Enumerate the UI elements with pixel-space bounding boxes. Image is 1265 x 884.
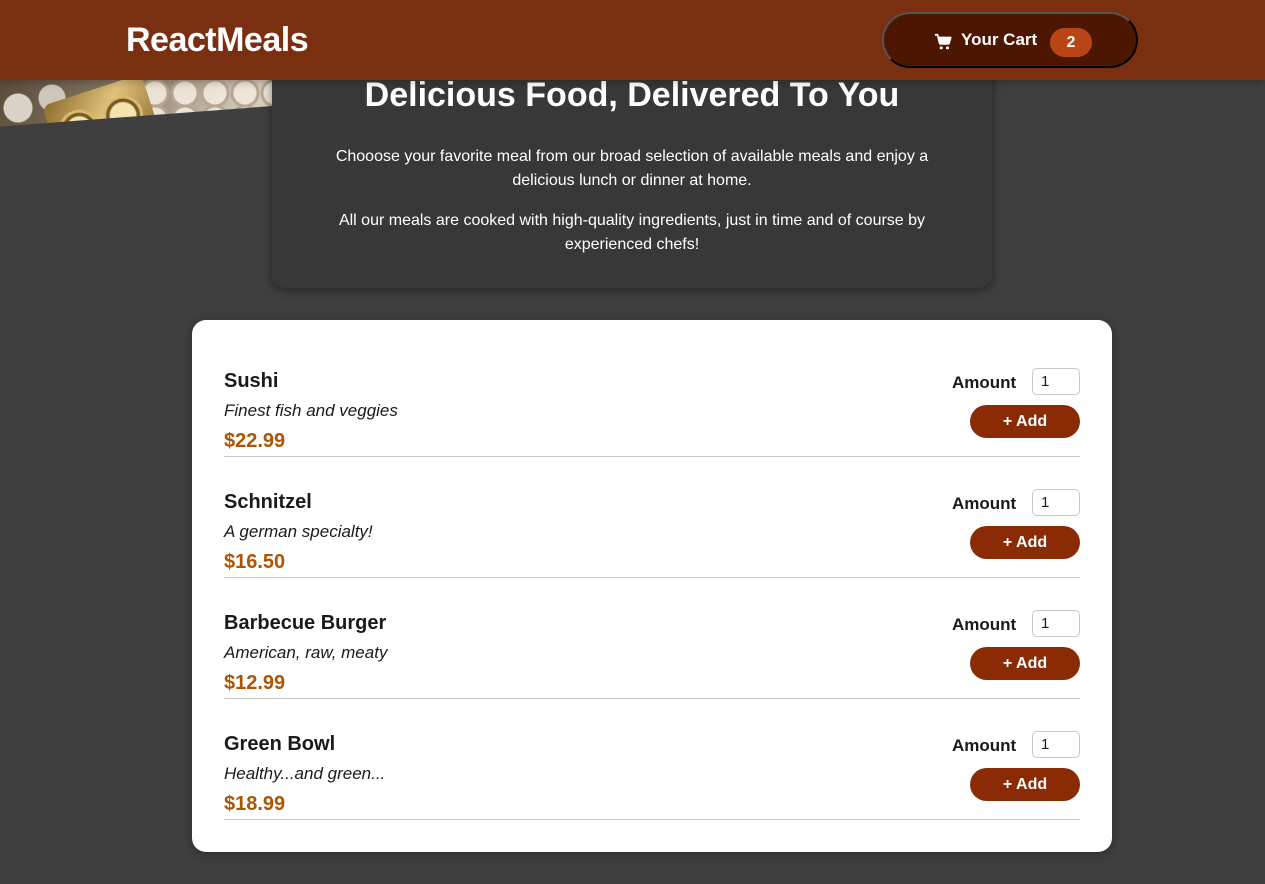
cart-count-badge: 2 [1050,28,1092,57]
meal-name: Schnitzel [224,491,312,513]
summary-paragraph-2: All our meals are cooked with high-quali… [338,212,926,253]
meal-price: $22.99 [224,430,286,452]
amount-input[interactable] [1032,368,1080,395]
meal-price: $12.99 [224,672,286,694]
add-to-cart-button[interactable]: + Add [970,405,1080,438]
amount-label: Amount [952,736,1017,755]
meal-item-green-bowl: Green Bowl Healthy...and green... $18.99… [224,699,1080,820]
summary-title: Delicious Food, Delivered To You [364,76,900,114]
meal-price: $18.99 [224,793,286,815]
add-to-cart-button[interactable]: + Add [970,647,1080,680]
meal-name: Barbecue Burger [224,612,387,634]
meals-summary-card: Delicious Food, Delivered To You Chooose… [272,52,992,288]
meal-description: Healthy...and green... [224,764,386,783]
amount-label: Amount [952,494,1017,513]
meal-name: Sushi [224,370,279,392]
meal-item-schnitzel: Schnitzel A german specialty! $16.50 Amo… [224,457,1080,578]
brand-title: ReactMeals [126,21,309,59]
amount-input[interactable] [1032,610,1080,637]
meal-item-sushi: Sushi Finest fish and veggies $22.99 Amo… [224,336,1080,457]
app-header: ReactMeals Your Cart 2 [0,0,1265,80]
meal-name: Green Bowl [224,733,336,755]
summary-paragraph-1: Chooose your favorite meal from our broa… [335,148,929,189]
cart-icon [934,33,952,51]
amount-input[interactable] [1032,731,1080,758]
cart-label: Your Cart [961,30,1038,49]
available-meals-list: Sushi Finest fish and veggies $22.99 Amo… [192,320,1112,852]
meal-description: Finest fish and veggies [224,401,398,420]
amount-label: Amount [952,615,1017,634]
amount-input[interactable] [1032,489,1080,516]
add-to-cart-button[interactable]: + Add [970,768,1080,801]
meal-description: A german specialty! [224,522,373,541]
cart-button[interactable]: Your Cart 2 [882,12,1138,68]
meal-description: American, raw, meaty [224,643,388,662]
amount-label: Amount [952,373,1017,392]
add-to-cart-button[interactable]: + Add [970,526,1080,559]
meal-price: $16.50 [224,551,286,573]
meal-item-barbecue-burger: Barbecue Burger American, raw, meaty $12… [224,578,1080,699]
